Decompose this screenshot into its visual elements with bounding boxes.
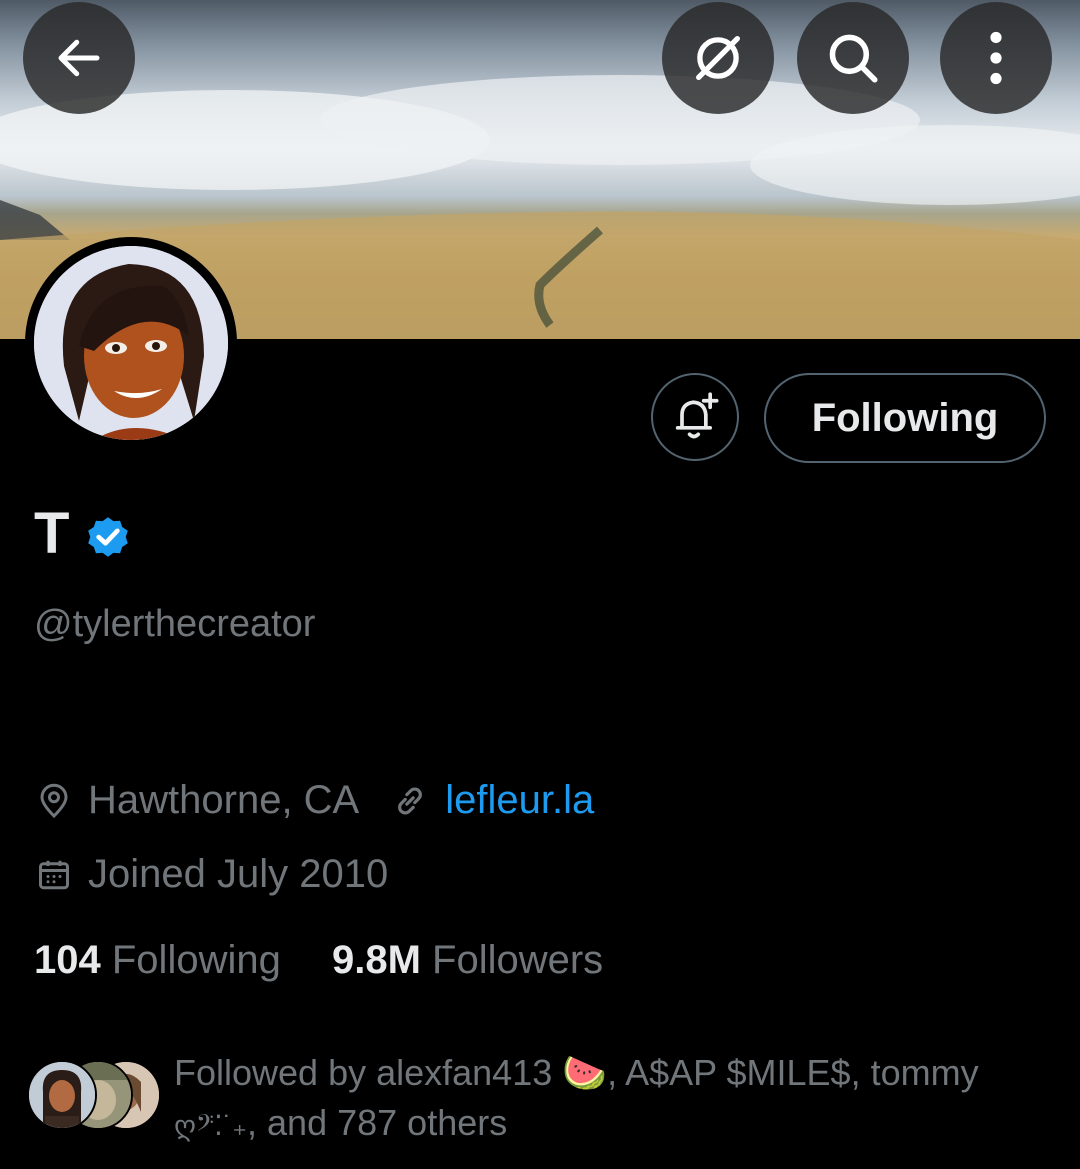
- arrow-left-icon: [58, 39, 100, 77]
- joined-row: Joined July 2010: [36, 852, 388, 897]
- profile-handle: @tylerthecreator: [34, 603, 316, 645]
- more-vertical-icon: [990, 31, 1002, 85]
- followed-by-suffix: , and 787 others: [247, 1102, 508, 1143]
- search-button[interactable]: [797, 2, 909, 114]
- decorative-symbols: ღ𝄢⁚˙₊: [174, 1110, 248, 1141]
- profile-meta-row: Hawthorne, CA lefleur.la: [36, 778, 594, 823]
- display-name: T: [34, 501, 70, 566]
- following-button[interactable]: Following: [764, 373, 1046, 463]
- bell-plus-icon: [675, 392, 719, 439]
- followers-stat[interactable]: 9.8M Followers: [332, 938, 603, 982]
- followed-by-middle: , A$AP $MILE$, tommy: [607, 1052, 979, 1093]
- back-button[interactable]: [23, 2, 135, 114]
- calendar-icon: [36, 856, 72, 894]
- verified-badge-icon[interactable]: [83, 512, 133, 562]
- more-button[interactable]: [940, 2, 1052, 114]
- grok-icon: [696, 36, 740, 80]
- notifications-button[interactable]: [651, 373, 739, 461]
- website-link[interactable]: lefleur.la: [445, 778, 594, 823]
- following-stat[interactable]: 104 Following: [34, 938, 281, 982]
- search-icon: [829, 34, 878, 83]
- followed-by-prefix: Followed by alexfan413: [174, 1052, 563, 1093]
- grok-button[interactable]: [662, 2, 774, 114]
- follower-avatar: [27, 1060, 97, 1130]
- watermelon-emoji: 🍉: [562, 1052, 608, 1093]
- followers-count: 9.8M: [331, 938, 421, 982]
- follow-stats: 104 Following 9.8M Followers: [34, 938, 603, 983]
- followers-stat-label: Followers: [432, 938, 604, 982]
- link-icon: [391, 782, 429, 820]
- location-pin-icon: [36, 781, 72, 821]
- display-name-row: T: [34, 500, 133, 567]
- followed-by-text[interactable]: Followed by alexfan413 🍉, A$AP $MILE$, t…: [174, 1048, 1034, 1151]
- location-text: Hawthorne, CA: [88, 778, 360, 822]
- joined-date: Joined July 2010: [88, 852, 389, 896]
- avatar-image: [34, 246, 228, 440]
- following-stat-label: Following: [111, 938, 281, 982]
- following-count: 104: [34, 938, 101, 982]
- profile-avatar[interactable]: [25, 237, 237, 449]
